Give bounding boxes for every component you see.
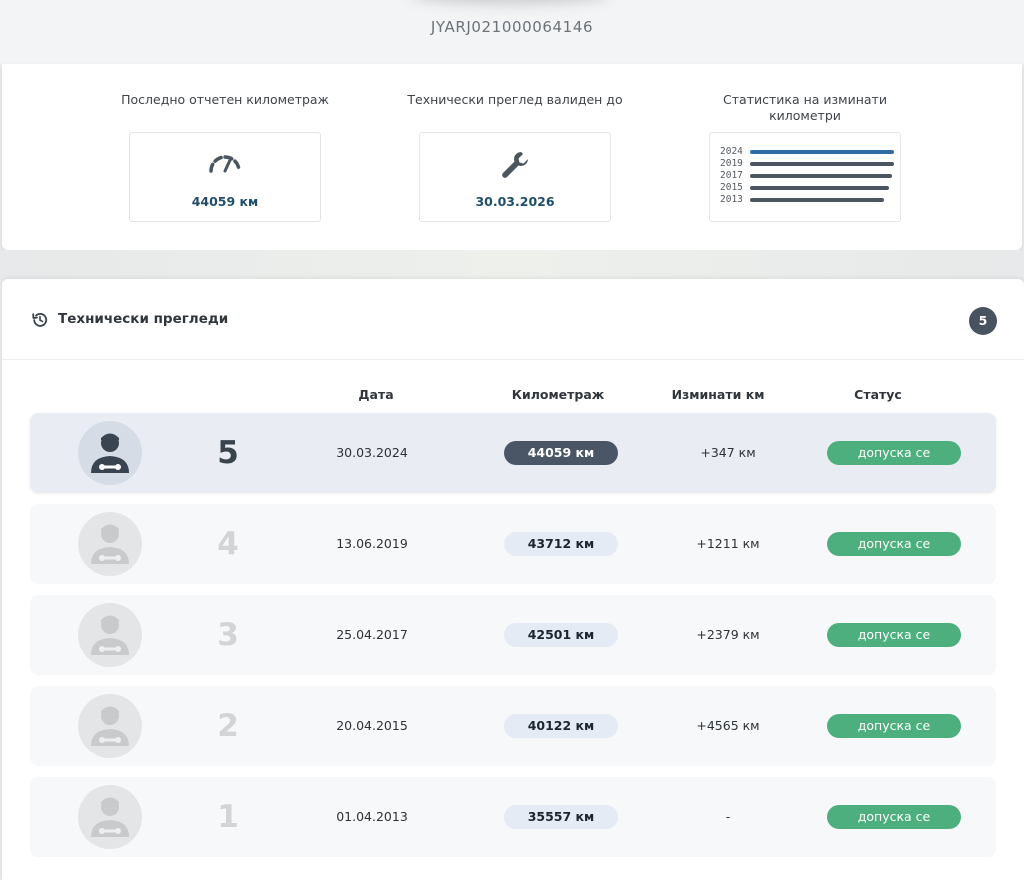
inspection-mileage-badge: 43712 км bbox=[504, 532, 618, 556]
inspection-status-badge: допуска се bbox=[827, 623, 961, 647]
mini-chart-year-label: 2024 bbox=[720, 146, 743, 157]
mechanic-avatar-icon bbox=[78, 694, 142, 758]
inspection-status-badge: допуска се bbox=[827, 532, 961, 556]
inspection-status-badge: допуска се bbox=[827, 805, 961, 829]
inspection-row[interactable]: 1 01.04.2013 35557 км - допуска се bbox=[30, 777, 996, 857]
inspections-count-badge: 5 bbox=[969, 307, 997, 335]
mini-chart-row: 2013 bbox=[720, 193, 895, 205]
inspection-km-diff: - bbox=[725, 809, 731, 824]
mechanic-avatar-icon bbox=[78, 785, 142, 849]
stat-mileage-value: 44059 км bbox=[191, 194, 259, 209]
speedometer-icon bbox=[130, 149, 320, 179]
inspection-mileage-badge: 35557 км bbox=[504, 805, 618, 829]
inspection-km-diff: +1211 км bbox=[696, 536, 760, 551]
mileage-mini-chart: 2024 2019 2017 2015 2013 bbox=[720, 145, 895, 205]
inspection-row[interactable]: 4 13.06.2019 43712 км +1211 км допуска с… bbox=[30, 504, 996, 584]
history-icon bbox=[31, 311, 49, 333]
inspection-date: 01.04.2013 bbox=[336, 809, 408, 824]
mini-chart-year-label: 2019 bbox=[720, 158, 743, 169]
mechanic-avatar-icon bbox=[78, 603, 142, 667]
vehicle-header: JYARJ021000064146 bbox=[0, 0, 1024, 64]
mini-chart-row: 2024 bbox=[720, 145, 895, 157]
inspection-status-badge: допуска се bbox=[827, 441, 961, 465]
car-image-shadow bbox=[410, 0, 610, 4]
stat-inspection-box: 30.03.2026 bbox=[419, 132, 611, 222]
mechanic-avatar-icon bbox=[78, 421, 142, 485]
mini-chart-year-label: 2017 bbox=[720, 170, 743, 181]
mini-chart-bar bbox=[750, 150, 894, 154]
inspection-date: 13.06.2019 bbox=[336, 536, 408, 551]
background-band bbox=[0, 250, 1024, 280]
stats-card: Последно отчетен километраж 44059 км Тех… bbox=[2, 64, 1022, 250]
mini-chart-year-label: 2015 bbox=[720, 182, 743, 193]
inspection-km-diff: +2379 км bbox=[696, 627, 760, 642]
column-header-diff: Изминати км bbox=[671, 387, 765, 402]
stat-mileage-stats-box[interactable]: 2024 2019 2017 2015 2013 bbox=[709, 132, 901, 222]
inspection-number: 2 bbox=[217, 708, 239, 744]
mini-chart-bar bbox=[750, 186, 889, 190]
stat-mileage-box: 44059 км bbox=[129, 132, 321, 222]
inspection-km-diff: +347 км bbox=[700, 445, 756, 460]
inspection-status-badge: допуска се bbox=[827, 714, 961, 738]
column-header-date: Дата bbox=[358, 387, 394, 402]
stat-inspection-title: Технически преглед валиден до bbox=[407, 92, 623, 107]
inspection-date: 20.04.2015 bbox=[336, 718, 408, 733]
inspection-row[interactable]: 2 20.04.2015 40122 км +4565 км допуска с… bbox=[30, 686, 996, 766]
inspection-row[interactable]: 5 30.03.2024 44059 км +347 км допуска се bbox=[30, 413, 996, 493]
inspection-mileage-badge: 44059 км bbox=[504, 441, 618, 465]
inspection-number: 5 bbox=[217, 435, 239, 471]
column-header-status: Статус bbox=[854, 387, 902, 402]
mini-chart-bar bbox=[750, 198, 884, 202]
inspection-date: 30.03.2024 bbox=[336, 445, 408, 460]
column-header-mileage: Километраж bbox=[511, 387, 605, 402]
inspection-mileage-badge: 40122 км bbox=[504, 714, 618, 738]
mini-chart-row: 2015 bbox=[720, 181, 895, 193]
inspection-date: 25.04.2017 bbox=[336, 627, 408, 642]
stat-inspection-value: 30.03.2026 bbox=[475, 194, 555, 209]
stat-mileage-stats-title: Статистика на изминати километри bbox=[723, 92, 887, 123]
mini-chart-row: 2019 bbox=[720, 157, 895, 169]
inspections-card: Технически прегледи 5 Дата Километраж Из… bbox=[2, 279, 1024, 880]
inspection-number: 1 bbox=[217, 799, 239, 835]
inspections-header: Технически прегледи 5 bbox=[2, 279, 1024, 360]
mini-chart-year-label: 2013 bbox=[720, 194, 743, 205]
inspection-number: 3 bbox=[217, 617, 239, 653]
stat-mileage-title: Последно отчетен километраж bbox=[121, 92, 329, 107]
inspections-title: Технически прегледи bbox=[58, 311, 229, 327]
mini-chart-bar bbox=[750, 162, 894, 166]
mini-chart-bar bbox=[750, 174, 892, 178]
wrench-icon bbox=[420, 149, 610, 185]
inspection-row[interactable]: 3 25.04.2017 42501 км +2379 км допуска с… bbox=[30, 595, 996, 675]
vin-label: JYARJ021000064146 bbox=[430, 18, 594, 36]
inspection-km-diff: +4565 км bbox=[696, 718, 760, 733]
inspection-number: 4 bbox=[217, 526, 239, 562]
mechanic-avatar-icon bbox=[78, 512, 142, 576]
mini-chart-row: 2017 bbox=[720, 169, 895, 181]
inspection-mileage-badge: 42501 км bbox=[504, 623, 618, 647]
